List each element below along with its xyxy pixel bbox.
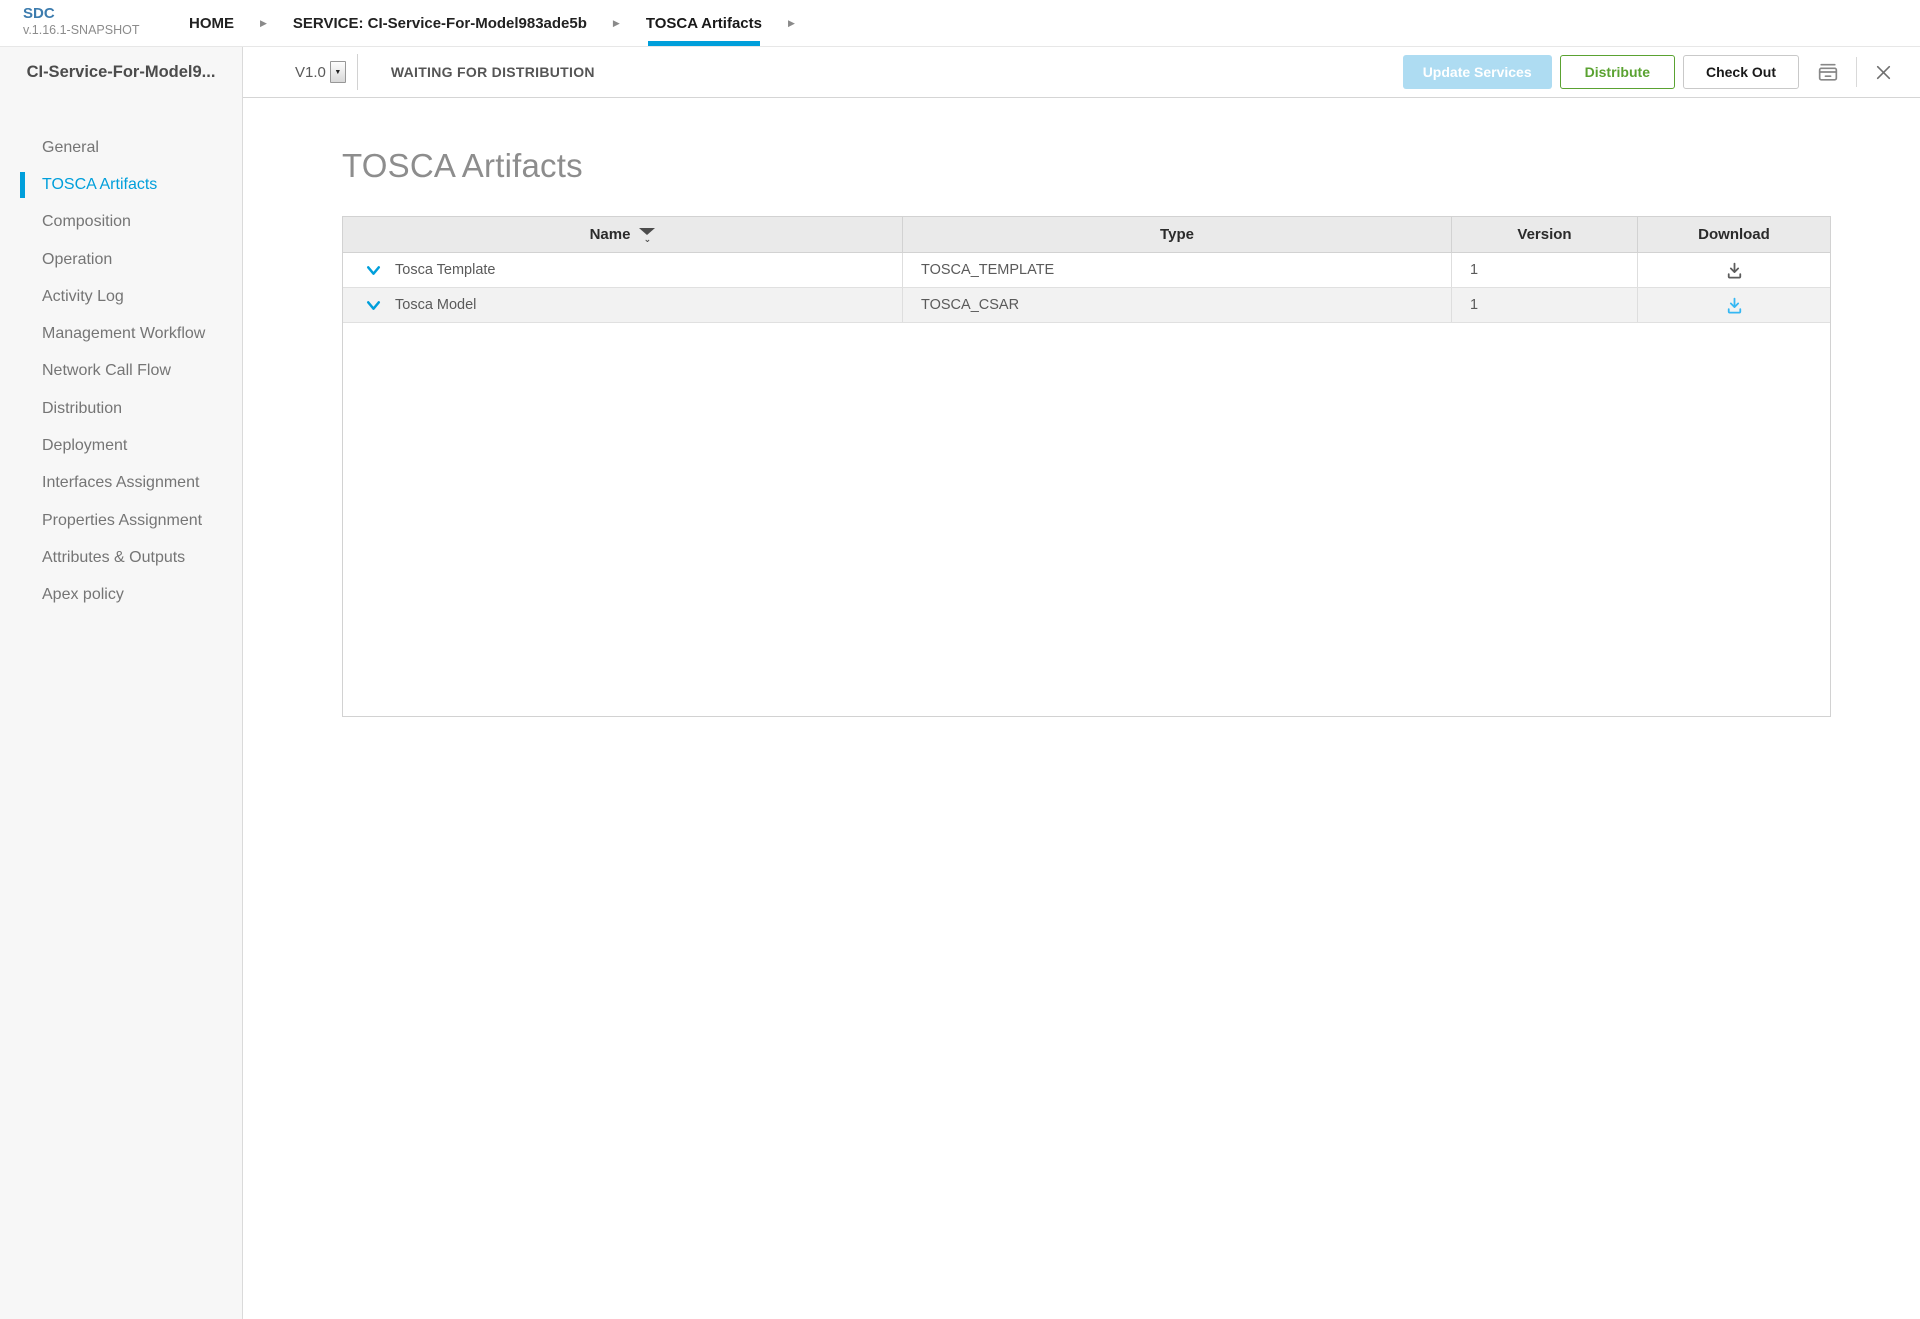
download-button[interactable] bbox=[1724, 295, 1745, 316]
sidebar-item-attributes-outputs[interactable]: Attributes & Outputs bbox=[0, 539, 242, 576]
tosca-artifacts-table: Name ⌄ Type Version bbox=[342, 216, 1831, 717]
body-row: CI-Service-For-Model9... General TOSCA A… bbox=[0, 47, 1920, 1319]
breadcrumb-arrow-icon: ▶ bbox=[260, 0, 267, 46]
breadcrumb-tosca-artifacts-tab[interactable]: TOSCA Artifacts bbox=[646, 0, 762, 46]
download-button[interactable] bbox=[1724, 260, 1745, 281]
toolbar-divider bbox=[357, 54, 358, 90]
sidebar-item-operation[interactable]: Operation bbox=[0, 241, 242, 278]
table-header-row: Name ⌄ Type Version bbox=[343, 217, 1830, 253]
sidebar-item-distribution[interactable]: Distribution bbox=[0, 390, 242, 427]
sidebar-item-general[interactable]: General bbox=[0, 129, 242, 166]
artifact-download-cell bbox=[1638, 288, 1830, 322]
artifact-type-label: TOSCA_TEMPLATE bbox=[921, 262, 1054, 278]
artifact-name-cell: Tosca Template bbox=[343, 253, 903, 287]
artifact-download-cell bbox=[1638, 253, 1830, 287]
column-header-type[interactable]: Type bbox=[903, 217, 1452, 252]
artifact-name-label: Tosca Template bbox=[395, 262, 495, 278]
breadcrumb-home-tab[interactable]: HOME bbox=[189, 0, 234, 46]
table-row: Tosca Model TOSCA_CSAR 1 bbox=[343, 288, 1830, 323]
page-title: TOSCA Artifacts bbox=[342, 143, 1920, 189]
check-out-button[interactable]: Check Out bbox=[1683, 55, 1799, 89]
artifact-type-cell: TOSCA_CSAR bbox=[903, 288, 1452, 322]
column-header-version[interactable]: Version bbox=[1452, 217, 1638, 252]
breadcrumb-service-tab[interactable]: SERVICE: CI-Service-For-Model983ade5b bbox=[293, 0, 587, 46]
chevron-down-icon[interactable] bbox=[365, 297, 382, 314]
column-header-name[interactable]: Name ⌄ bbox=[343, 217, 903, 252]
version-label: V1.0 bbox=[295, 64, 326, 81]
toolbar-divider bbox=[1856, 57, 1857, 87]
main-column: V1.0 ▼ WAITING FOR DISTRIBUTION Update S… bbox=[243, 47, 1920, 1319]
top-nav: SDC v.1.16.1-SNAPSHOT HOME ▶ SERVICE: CI… bbox=[0, 0, 1920, 47]
content-area: TOSCA Artifacts Name ⌄ Type bbox=[243, 98, 1920, 1319]
lifecycle-status-label: WAITING FOR DISTRIBUTION bbox=[391, 64, 595, 80]
distribute-button[interactable]: Distribute bbox=[1560, 55, 1675, 89]
sidebar-item-deployment[interactable]: Deployment bbox=[0, 427, 242, 464]
close-button[interactable] bbox=[1874, 63, 1893, 82]
artifact-version-label: 1 bbox=[1470, 297, 1478, 313]
chevron-down-icon[interactable] bbox=[365, 262, 382, 279]
sort-descending-icon: ⌄ bbox=[639, 228, 655, 243]
download-icon bbox=[1724, 295, 1745, 316]
update-services-button[interactable]: Update Services bbox=[1403, 55, 1552, 89]
close-icon bbox=[1874, 63, 1893, 82]
artifact-name-label: Tosca Model bbox=[395, 297, 476, 313]
artifact-type-label: TOSCA_CSAR bbox=[921, 297, 1019, 313]
artifact-version-cell: 1 bbox=[1452, 253, 1638, 287]
artifact-type-cell: TOSCA_TEMPLATE bbox=[903, 253, 1452, 287]
printer-icon bbox=[1815, 60, 1841, 85]
sidebar-item-management-workflow[interactable]: Management Workflow bbox=[0, 315, 242, 352]
column-header-download: Download bbox=[1638, 217, 1830, 252]
sdc-app: SDC v.1.16.1-SNAPSHOT HOME ▶ SERVICE: CI… bbox=[0, 0, 1920, 1319]
sidebar-menu: General TOSCA Artifacts Composition Oper… bbox=[0, 129, 242, 614]
breadcrumb-arrow-icon: ▶ bbox=[788, 0, 795, 46]
table-row: Tosca Template TOSCA_TEMPLATE 1 bbox=[343, 253, 1830, 288]
column-header-type-label: Type bbox=[1160, 226, 1194, 243]
column-header-download-label: Download bbox=[1698, 226, 1770, 243]
sdc-logo[interactable]: SDC v.1.16.1-SNAPSHOT bbox=[0, 0, 189, 46]
toolbar: V1.0 ▼ WAITING FOR DISTRIBUTION Update S… bbox=[243, 47, 1920, 98]
service-name-title: CI-Service-For-Model9... bbox=[0, 47, 242, 98]
breadcrumb-arrow-icon: ▶ bbox=[613, 0, 620, 46]
artifact-version-label: 1 bbox=[1470, 262, 1478, 278]
sidebar-item-properties-assignment[interactable]: Properties Assignment bbox=[0, 502, 242, 539]
artifact-name-cell: Tosca Model bbox=[343, 288, 903, 322]
version-selector[interactable]: V1.0 ▼ bbox=[295, 61, 346, 83]
artifact-version-cell: 1 bbox=[1452, 288, 1638, 322]
breadcrumb: HOME ▶ SERVICE: CI-Service-For-Model983a… bbox=[189, 0, 821, 46]
sidebar-item-activity-log[interactable]: Activity Log bbox=[0, 278, 242, 315]
sidebar: CI-Service-For-Model9... General TOSCA A… bbox=[0, 47, 243, 1319]
column-header-version-label: Version bbox=[1517, 226, 1571, 243]
table-empty-area bbox=[343, 323, 1830, 716]
sdc-version-text: v.1.16.1-SNAPSHOT bbox=[23, 23, 189, 38]
caret-down-icon[interactable]: ▼ bbox=[330, 61, 346, 83]
sidebar-item-apex-policy[interactable]: Apex policy bbox=[0, 577, 242, 614]
sidebar-item-tosca-artifacts[interactable]: TOSCA Artifacts bbox=[0, 166, 242, 203]
download-icon bbox=[1724, 260, 1745, 281]
sidebar-item-composition[interactable]: Composition bbox=[0, 204, 242, 241]
print-button[interactable] bbox=[1815, 60, 1841, 85]
column-header-name-label: Name bbox=[590, 226, 631, 243]
sdc-logo-text: SDC bbox=[23, 5, 189, 23]
sidebar-item-interfaces-assignment[interactable]: Interfaces Assignment bbox=[0, 465, 242, 502]
sidebar-item-network-call-flow[interactable]: Network Call Flow bbox=[0, 353, 242, 390]
